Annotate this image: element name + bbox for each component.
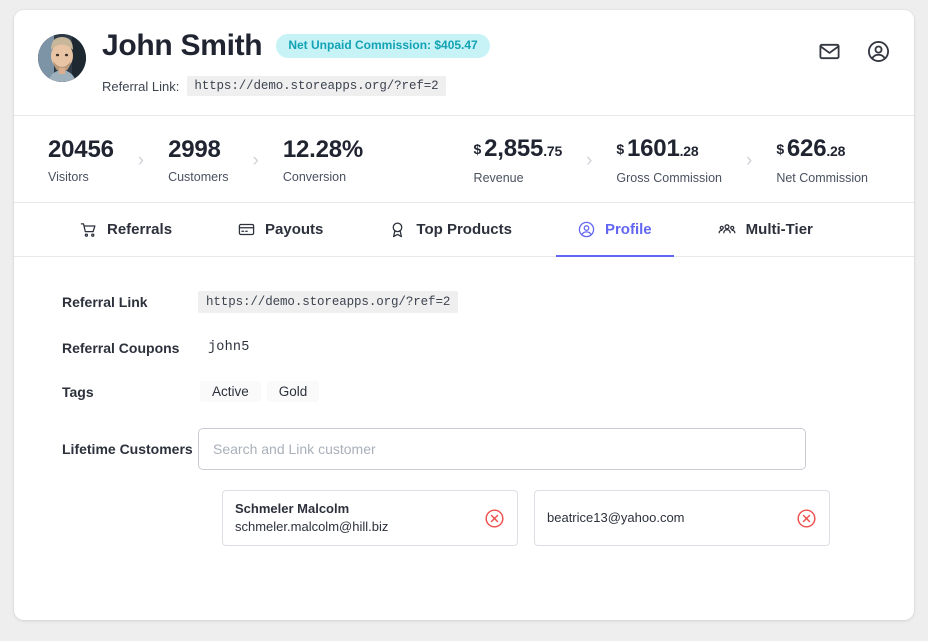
customer-info: Schmeler Malcolm schmeler.malcolm@hill.b… <box>235 500 388 536</box>
list-item: beatrice13@yahoo.com <box>534 490 830 546</box>
linked-customers-list: Schmeler Malcolm schmeler.malcolm@hill.b… <box>38 490 890 546</box>
header-actions <box>818 40 890 68</box>
status-badge: Net Unpaid Commission: $405.47 <box>276 34 489 58</box>
stats-bar: 20456 Visitors › 2998 Customers › 12.28%… <box>14 116 914 203</box>
name-row: John Smith Net Unpaid Commission: $405.4… <box>102 28 490 64</box>
stat-customers: 2998 Customers <box>146 135 250 184</box>
lifetime-customers-label: Lifetime Customers <box>38 428 198 457</box>
tag-chip: Active <box>200 381 261 402</box>
users-group-icon <box>718 220 736 238</box>
affiliate-profile-card: John Smith Net Unpaid Commission: $405.4… <box>14 10 914 620</box>
shopping-cart-icon <box>80 221 97 238</box>
referral-link-row: Referral Link: https://demo.storeapps.or… <box>102 76 490 96</box>
tab-spacer <box>674 203 696 256</box>
stat-revenue-whole: 2,855 <box>484 135 543 162</box>
list-item: Schmeler Malcolm schmeler.malcolm@hill.b… <box>222 490 518 546</box>
stats-right-group: $2,855.75 Revenue › $1601.28 Gross Commi… <box>452 134 890 185</box>
tab-profile-label: Profile <box>605 221 652 238</box>
stat-visitors-label: Visitors <box>48 170 114 184</box>
stat-customers-label: Customers <box>168 170 228 184</box>
tab-multi-tier[interactable]: Multi-Tier <box>696 203 835 257</box>
referral-link-value[interactable]: https://demo.storeapps.org/?ref=2 <box>187 76 445 96</box>
stat-gross-commission-value: $1601.28 <box>616 134 722 166</box>
tab-spacer <box>534 203 556 256</box>
stat-net-decimal: .28 <box>826 143 845 159</box>
search-and-link-customer-input[interactable] <box>198 428 806 470</box>
chevron-right-icon: › <box>744 151 754 170</box>
tab-referrals-label: Referrals <box>107 221 172 238</box>
tab-payouts-label: Payouts <box>265 221 323 238</box>
field-referral-link: Referral Link https://demo.storeapps.org… <box>38 291 890 313</box>
page-background: John Smith Net Unpaid Commission: $405.4… <box>0 0 928 641</box>
tags-value-wrap: Active Gold <box>198 381 890 402</box>
field-referral-coupons: Referral Coupons john5 <box>38 337 890 357</box>
stat-net-commission: $626.28 Net Commission <box>754 134 890 185</box>
tab-bar: Referrals Payouts <box>14 203 914 257</box>
remove-customer-icon[interactable] <box>484 508 505 529</box>
award-icon <box>389 221 406 238</box>
stat-gross-decimal: .28 <box>680 143 699 159</box>
stat-revenue-value: $2,855.75 <box>474 134 563 166</box>
referral-coupons-label: Referral Coupons <box>38 337 198 356</box>
referral-coupons-value-wrap: john5 <box>198 337 890 357</box>
lifetime-customers-field <box>198 428 890 470</box>
stat-gross-commission: $1601.28 Gross Commission <box>594 134 744 185</box>
referral-link-field-value[interactable]: https://demo.storeapps.org/?ref=2 <box>198 291 458 313</box>
tab-referrals[interactable]: Referrals <box>58 203 194 257</box>
currency-symbol: $ <box>616 141 624 157</box>
customer-name: Schmeler Malcolm <box>235 500 388 518</box>
stats-left-group: 20456 Visitors › 2998 Customers › 12.28%… <box>26 135 385 184</box>
tag-list: Active Gold <box>198 381 890 402</box>
stat-customers-value: 2998 <box>168 135 228 165</box>
stat-visitors: 20456 Visitors <box>26 135 136 184</box>
stat-conversion-label: Conversion <box>283 170 363 184</box>
customer-email: schmeler.malcolm@hill.biz <box>235 518 388 536</box>
referral-link-field-label: Referral Link <box>38 291 198 310</box>
customer-email: beatrice13@yahoo.com <box>547 509 685 527</box>
user-circle-icon[interactable] <box>867 40 890 68</box>
stat-revenue-decimal: .75 <box>543 143 562 159</box>
referral-coupon-chip: john5 <box>198 338 260 357</box>
stat-gross-commission-label: Gross Commission <box>616 171 722 185</box>
customer-info: beatrice13@yahoo.com <box>547 509 685 527</box>
stat-net-commission-value: $626.28 <box>776 134 868 166</box>
stat-conversion-value: 12.28% <box>283 135 363 165</box>
stat-gross-whole: 1601 <box>627 135 680 162</box>
tab-multi-tier-label: Multi-Tier <box>746 221 813 238</box>
referral-link-field-value-wrap: https://demo.storeapps.org/?ref=2 <box>198 291 890 313</box>
user-circle-icon <box>578 221 595 238</box>
stat-conversion: 12.28% Conversion <box>261 135 385 184</box>
stat-revenue: $2,855.75 Revenue <box>452 134 585 185</box>
stat-net-whole: 626 <box>787 135 826 162</box>
field-tags: Tags Active Gold <box>38 381 890 402</box>
tag-chip: Gold <box>267 381 320 402</box>
tab-payouts[interactable]: Payouts <box>216 203 345 257</box>
remove-customer-icon[interactable] <box>796 508 817 529</box>
currency-symbol: $ <box>474 141 482 157</box>
tab-top-products[interactable]: Top Products <box>367 203 534 257</box>
credit-card-icon <box>238 221 255 238</box>
tab-top-products-label: Top Products <box>416 221 512 238</box>
chevron-right-icon: › <box>251 151 261 170</box>
field-lifetime-customers: Lifetime Customers <box>38 428 890 470</box>
stat-visitors-value: 20456 <box>48 135 114 165</box>
profile-header: John Smith Net Unpaid Commission: $405.4… <box>14 10 914 116</box>
referral-link-label: Referral Link: <box>102 79 179 94</box>
stat-revenue-label: Revenue <box>474 171 563 185</box>
tags-label: Tags <box>38 381 198 400</box>
mail-icon[interactable] <box>818 40 841 68</box>
profile-form: Referral Link https://demo.storeapps.org… <box>14 257 914 546</box>
stat-net-commission-label: Net Commission <box>776 171 868 185</box>
tab-spacer <box>345 203 367 256</box>
page-title: John Smith <box>102 28 262 64</box>
tab-profile[interactable]: Profile <box>556 203 674 257</box>
tab-spacer <box>194 203 216 256</box>
header-main: John Smith Net Unpaid Commission: $405.4… <box>102 28 490 96</box>
currency-symbol: $ <box>776 141 784 157</box>
chevron-right-icon: › <box>584 151 594 170</box>
avatar <box>38 34 86 82</box>
chevron-right-icon: › <box>136 151 146 170</box>
